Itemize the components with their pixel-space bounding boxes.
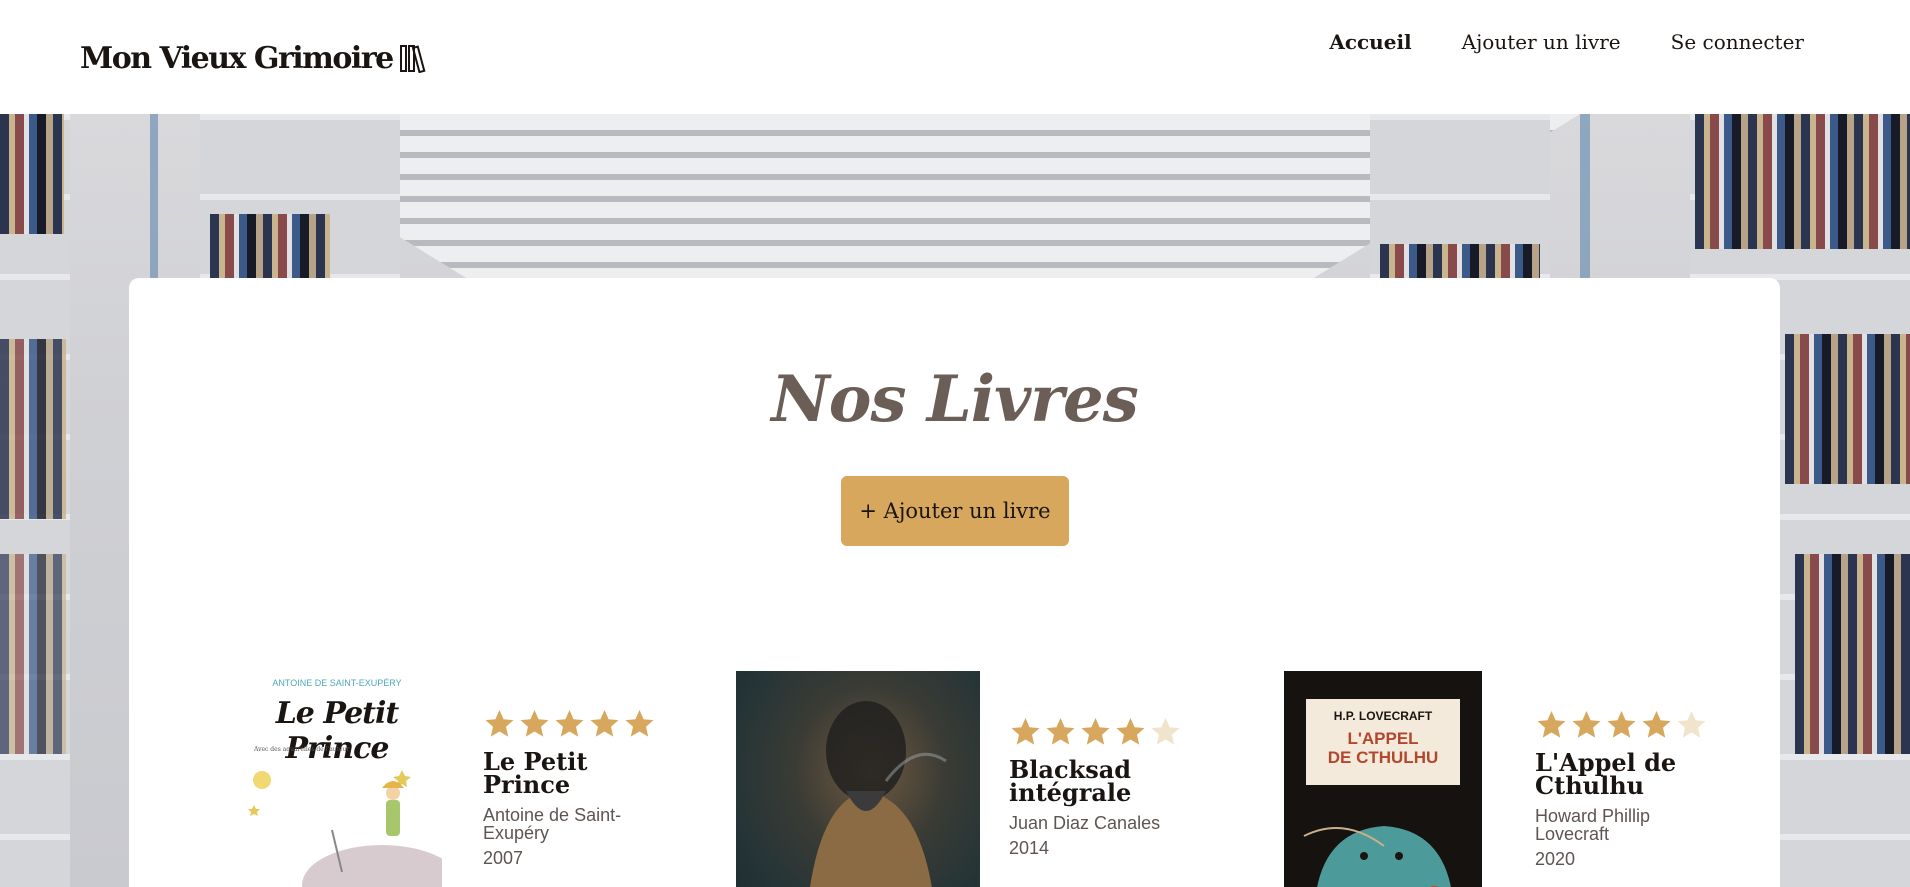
cover-subtitle: Avec des aquarelles de l'auteur [254, 746, 350, 753]
rating-stars [1535, 709, 1735, 743]
book-author-line: Juan Diaz Canales [1009, 813, 1161, 833]
star-filled-icon [485, 710, 514, 737]
star-filled-icon [555, 710, 584, 737]
books-left-low [0, 554, 66, 754]
book-year: 2014 [1009, 838, 1050, 858]
books-right-mid [1785, 334, 1910, 484]
book-info: Blacksad intégrale Juan Diaz Canales 201… [1009, 716, 1209, 859]
logo-text: Mon Vieux Grimoire [80, 40, 394, 76]
star-filled-icon [1081, 718, 1110, 745]
cover-author: ANTOINE DE SAINT-EXUPÉRY [272, 678, 402, 688]
book-title-line: Prince [483, 770, 571, 799]
books-left-top [0, 114, 64, 234]
cover-title-line: L'APPEL [1347, 729, 1419, 748]
main-nav: Accueil Ajouter un livre Se connecter [1329, 30, 1804, 54]
book-title-line: Cthulhu [1535, 771, 1645, 800]
books-right-top [1695, 114, 1910, 249]
star-filled-icon [1572, 711, 1601, 738]
star-filled-icon [1046, 718, 1075, 745]
book-info: L'Appel de Cthulhu Howard Phillip Lovecr… [1535, 709, 1735, 870]
book-author: Juan Diaz Canales [1009, 814, 1209, 832]
book-title[interactable]: Blacksad intégrale [1009, 758, 1209, 807]
book-author: Antoine de Saint- Exupéry [483, 806, 683, 842]
nav-add-book[interactable]: Ajouter un livre [1462, 30, 1621, 54]
book-title-line: intégrale [1009, 778, 1132, 807]
books-center-left [210, 214, 330, 284]
blacksad-illustration [809, 701, 947, 887]
pillar-right [1580, 114, 1590, 284]
cover-title-line: DE CTHULHU [1327, 748, 1439, 767]
book-cover[interactable] [736, 671, 980, 887]
book-title[interactable]: L'Appel de Cthulhu [1535, 751, 1735, 800]
cthulhu-illustration [1303, 826, 1451, 887]
book-author-line: Howard Phillip [1535, 806, 1651, 826]
star-empty-icon [1151, 718, 1180, 745]
star-filled-icon [590, 710, 619, 737]
book-cover[interactable]: ANTOINE DE SAINT-EXUPÉRY Le Petit Prince… [232, 670, 442, 887]
book-cover[interactable]: H.P. LOVECRAFT L'APPEL DE CTHULHU [1284, 671, 1482, 887]
book-author: Howard Phillip Lovecraft [1535, 807, 1735, 843]
star-filled-icon [1116, 718, 1145, 745]
books-icon [399, 45, 426, 73]
star-filled-icon [1642, 711, 1671, 738]
nav-accueil[interactable]: Accueil [1329, 30, 1411, 54]
star-empty-icon [1677, 711, 1706, 738]
book-year: 2007 [483, 848, 524, 868]
cover-title-box: H.P. LOVECRAFT L'APPEL DE CTHULHU [1306, 699, 1460, 785]
book-info: Le Petit Prince Antoine de Saint- Exupér… [483, 708, 683, 869]
book-author-line: Exupéry [483, 823, 550, 843]
book-author-line: Lovecraft [1535, 824, 1610, 844]
little-prince-illustration [248, 770, 442, 887]
star-filled-icon [1607, 711, 1636, 738]
cover-title: Le Petit Prince [275, 696, 400, 766]
page-title: Nos Livres [771, 362, 1138, 437]
add-book-button[interactable]: + Ajouter un livre [841, 476, 1069, 546]
book-author-line: Antoine de Saint- [483, 805, 622, 825]
books-panel: Nos Livres + Ajouter un livre ANTOINE DE… [129, 278, 1780, 887]
rating-stars [483, 708, 683, 742]
nav-login[interactable]: Se connecter [1671, 30, 1804, 54]
book-title[interactable]: Le Petit Prince [483, 750, 683, 799]
books-left-mid [0, 339, 66, 519]
star-filled-icon [1537, 711, 1566, 738]
book-year: 2020 [1535, 849, 1576, 869]
books-right-low [1795, 554, 1910, 754]
cover-author: H.P. LOVECRAFT [1333, 709, 1433, 723]
site-header: Mon Vieux Grimoire Accueil Ajouter un li… [0, 0, 1910, 114]
rating-stars [1009, 716, 1209, 750]
cover-title: L'APPEL DE CTHULHU [1306, 729, 1460, 767]
star-filled-icon [520, 710, 549, 737]
logo[interactable]: Mon Vieux Grimoire [80, 38, 427, 78]
star-filled-icon [1011, 718, 1040, 745]
star-filled-icon [625, 710, 654, 737]
